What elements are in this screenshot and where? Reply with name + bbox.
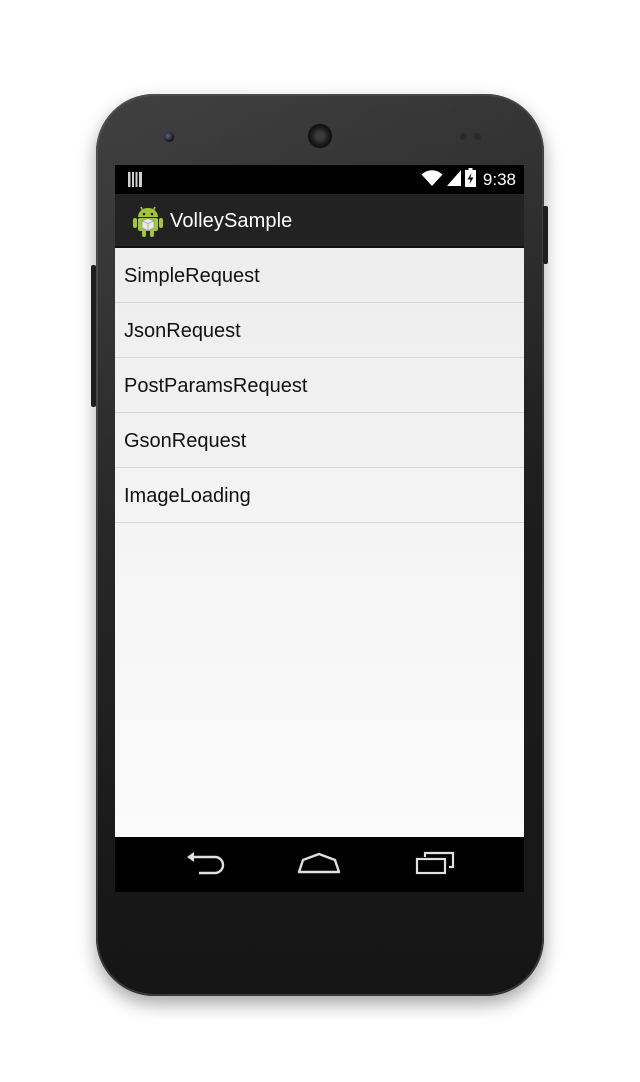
list-view: SimpleRequest JsonRequest PostParamsRequ… bbox=[115, 248, 524, 837]
back-button[interactable] bbox=[175, 849, 235, 881]
signal-icon bbox=[446, 169, 461, 192]
recents-button[interactable] bbox=[405, 849, 465, 881]
battery-icon bbox=[464, 168, 476, 192]
status-bar: 9:38 bbox=[115, 165, 524, 194]
list-item-label: ImageLoading bbox=[124, 485, 251, 507]
list-item-post-params-request[interactable]: PostParamsRequest bbox=[115, 358, 524, 413]
home-icon bbox=[297, 852, 341, 879]
list-item-json-request[interactable]: JsonRequest bbox=[115, 303, 524, 358]
list-item-label: PostParamsRequest bbox=[124, 375, 308, 397]
recents-icon bbox=[415, 851, 455, 880]
list-item-label: JsonRequest bbox=[124, 320, 241, 342]
list-item-gson-request[interactable]: GsonRequest bbox=[115, 413, 524, 468]
status-time: 9:38 bbox=[482, 170, 516, 189]
power-button bbox=[543, 206, 548, 264]
back-icon bbox=[185, 850, 225, 881]
home-button[interactable] bbox=[289, 849, 349, 881]
screen: 9:38 VolleySample SimpleRequest JsonRequ… bbox=[115, 165, 524, 892]
earpiece-speaker bbox=[308, 124, 332, 148]
light-sensor bbox=[474, 133, 481, 140]
proximity-sensor bbox=[460, 133, 467, 140]
front-camera bbox=[164, 132, 174, 142]
list-item-label: GsonRequest bbox=[124, 430, 247, 452]
list-item-image-loading[interactable]: ImageLoading bbox=[115, 468, 524, 523]
app-title: VolleySample bbox=[170, 210, 293, 232]
navigation-bar bbox=[115, 837, 524, 892]
notification-icon bbox=[128, 172, 142, 192]
list-item-simple-request[interactable]: SimpleRequest bbox=[115, 248, 524, 303]
wifi-icon bbox=[421, 169, 443, 192]
android-robot-icon[interactable] bbox=[132, 204, 164, 238]
volume-button bbox=[91, 265, 96, 407]
action-bar: VolleySample bbox=[115, 194, 524, 248]
list-item-label: SimpleRequest bbox=[124, 265, 260, 287]
